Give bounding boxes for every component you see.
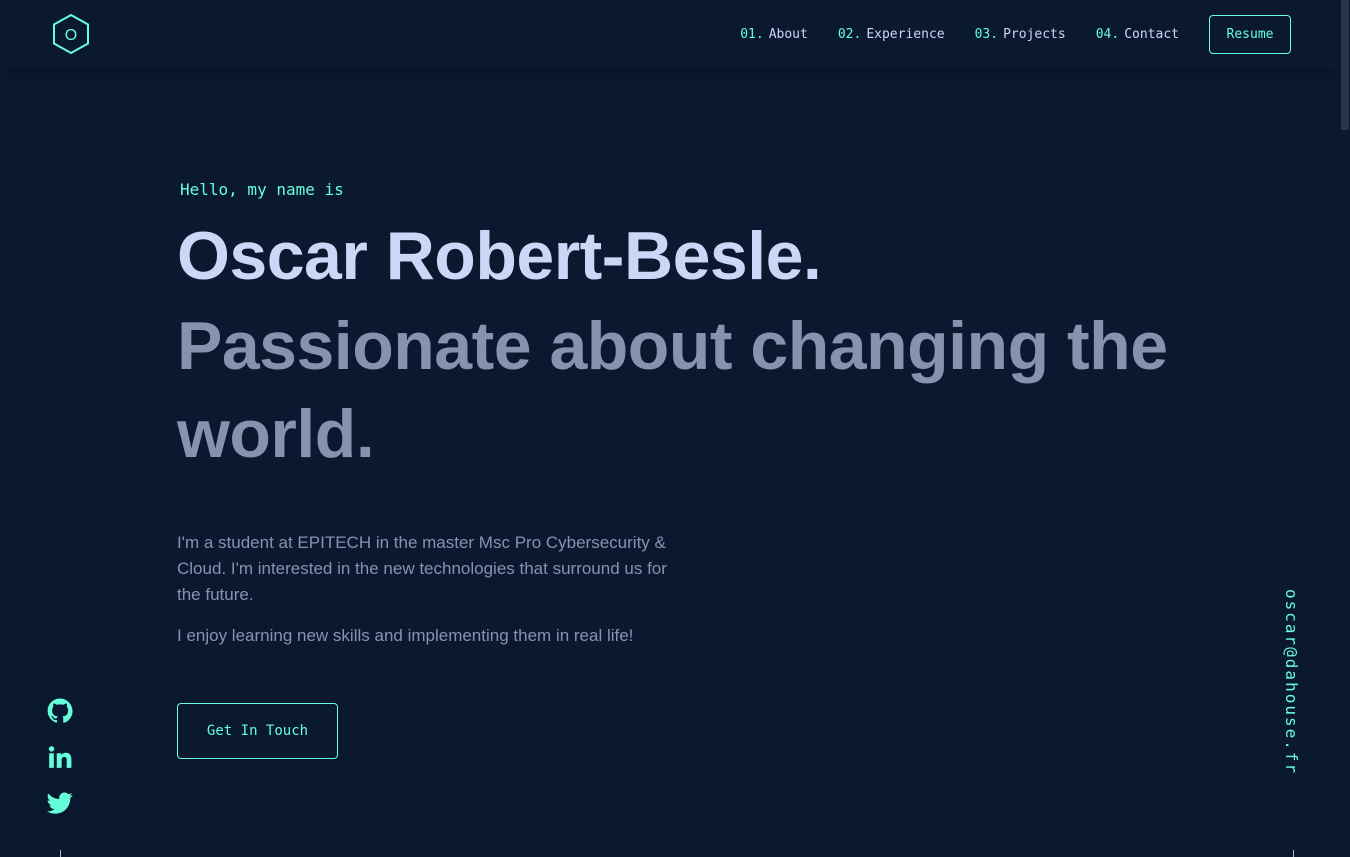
hero-greeting: Hello, my name is (180, 180, 344, 199)
nav-label: Experience (866, 26, 945, 42)
hero-section: Hello, my name is Oscar Robert-Besle. Pa… (177, 178, 1227, 649)
hero-tagline: Passionate about changing the world. (177, 308, 1168, 472)
page-scrollbar[interactable] (1340, 0, 1350, 857)
nav-number: 01. (740, 26, 764, 42)
nav-number: 03. (974, 26, 999, 42)
get-in-touch-button[interactable]: Get In Touch (177, 703, 338, 759)
logo-letter: O (65, 27, 77, 44)
email-link[interactable]: oscar@dahouse.fr (1282, 589, 1301, 775)
nav-link-projects[interactable]: 03. Projects (975, 27, 1066, 42)
nav-number: 04. (1095, 26, 1120, 42)
hero-bio: I'm a student at EPITECH in the master M… (177, 530, 687, 649)
email-divider-line (1293, 850, 1294, 857)
nav-label: Contact (1124, 26, 1179, 42)
social-divider-line (60, 850, 61, 857)
linkedin-icon[interactable] (47, 744, 75, 772)
twitter-icon[interactable] (47, 790, 75, 818)
hero-name: Oscar Robert-Besle. (177, 218, 822, 294)
scrollbar-thumb[interactable] (1341, 0, 1349, 130)
nav-label: About (768, 26, 808, 42)
nav-link-about[interactable]: 01. About (740, 27, 808, 42)
logo-hexagon-icon[interactable]: O (51, 13, 91, 55)
nav-label: Projects (1003, 26, 1066, 42)
bio-paragraph: I enjoy learning new skills and implemen… (177, 626, 634, 645)
resume-button[interactable]: Resume (1209, 14, 1291, 54)
github-icon[interactable] (47, 698, 75, 726)
nav-link-contact[interactable]: 04. Contact (1096, 27, 1179, 42)
site-header: O 01. About 02. Experience 03. Projects 04.… (0, 0, 1340, 68)
nav-number: 02. (837, 26, 862, 42)
social-links (47, 698, 75, 836)
nav-link-experience[interactable]: 02. Experience (838, 27, 945, 42)
bio-paragraph: I'm a student at EPITECH in the master M… (177, 533, 667, 604)
main-nav: 01. About 02. Experience 03. Projects 04. Co… (740, 14, 1291, 54)
